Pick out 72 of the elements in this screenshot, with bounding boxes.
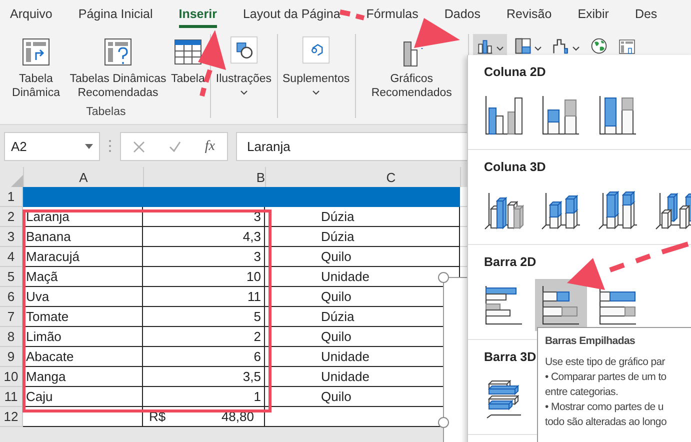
tooltip-title: Barras Empilhadas [545, 335, 636, 347]
ribbon-tab[interactable]: Layout da Página [242, 2, 340, 28]
ribbon-tab[interactable]: Fórmulas [366, 2, 418, 28]
pivot-table-icon [20, 36, 52, 68]
tooltip-text: Use este tipo de gráfico par [545, 355, 666, 370]
row-header[interactable]: 4 [0, 247, 23, 267]
check-icon[interactable] [168, 140, 181, 152]
row-header[interactable]: 3 [0, 227, 23, 247]
table-cell: Maracujá [23, 247, 143, 267]
table-cell: Quilo [265, 247, 460, 267]
caret-icon [312, 90, 320, 95]
ribbon-button[interactable]: Tabela [170, 34, 206, 106]
table-cell: 11 [143, 287, 265, 307]
table-cell: Dúzia [265, 207, 460, 227]
row-header[interactable]: 9 [0, 347, 23, 367]
ribbon-button[interactable]: Gráficos Recomendados [360, 34, 464, 118]
shapes-icon [230, 36, 258, 64]
ribbon-tab[interactable]: Dados [444, 2, 481, 28]
group-label: Tabelas [85, 106, 127, 118]
table-cell: 10 [143, 267, 265, 287]
row-header[interactable]: 12 [0, 407, 23, 427]
recommended-pivot-table-icon [102, 36, 134, 68]
tooltip-text: todo são alteradas ao longo [545, 415, 668, 430]
table-cell: Uva [23, 287, 143, 307]
ribbon-button[interactable]: Suplementos [282, 34, 351, 118]
table-cell: Caju [23, 387, 143, 407]
row-header[interactable]: 10 [0, 367, 23, 387]
ribbon-tab[interactable]: Página Inicial [78, 2, 153, 28]
row-header[interactable]: 11 [0, 387, 23, 407]
tooltip-text: entre categorias. [545, 385, 620, 400]
waterfall-chart-icon [552, 37, 570, 55]
row-header[interactable]: 2 [0, 207, 23, 227]
table-cell: 3,5 [143, 367, 265, 387]
ribbon-button[interactable]: Tabela Dinâmica [6, 34, 66, 106]
tooltip-text: • Mostrar como partes de u [545, 400, 664, 415]
table-cell: 5 [143, 307, 265, 327]
ribbon-tab[interactable]: Des [634, 2, 658, 28]
table-cell: Laranja [23, 207, 143, 227]
table-cell: 6 [143, 347, 265, 367]
ribbon-button[interactable]: Tabelas Dinâmicas Recomendadas [66, 34, 170, 106]
row-header[interactable]: 8 [0, 327, 23, 347]
add-ins-icon [302, 36, 330, 64]
table-cell: Manga [23, 367, 143, 387]
caret-icon [572, 46, 580, 50]
table-cell: Dúzia [265, 227, 460, 247]
row-header[interactable]: 5 [0, 267, 23, 287]
row-header[interactable]: 7 [0, 307, 23, 327]
section-title: Coluna 3D [484, 160, 546, 174]
ribbon-tab[interactable]: Revisão [506, 2, 552, 28]
row-header[interactable]: 6 [0, 287, 23, 307]
table-cell: 1 [143, 387, 265, 407]
table-cell: Tomate [23, 307, 143, 327]
table-cell: Limão [23, 327, 143, 347]
section-title: Barra 2D [484, 255, 536, 269]
table-cell: Maçã [23, 267, 143, 287]
ribbon-tab[interactable]: Arquivo [10, 2, 52, 28]
name-box[interactable]: A2 [4, 132, 100, 161]
caret-icon [534, 46, 542, 50]
insert-function-button[interactable]: fx [204, 138, 215, 154]
table-cell: 3 [143, 247, 265, 267]
table-cell: 4,3 [143, 227, 265, 247]
caret-icon [496, 46, 504, 50]
table-cell: Banana [23, 227, 143, 247]
section-title: Barra 3D [484, 350, 536, 364]
table-cell: 2 [143, 327, 265, 347]
ribbon-tab[interactable]: Exibir [578, 2, 609, 28]
section-title: Coluna 2D [484, 65, 546, 79]
tooltip-text: • Comparar partes de um to [545, 370, 668, 385]
caret-icon [240, 90, 248, 95]
row-header[interactable]: 1 [0, 187, 23, 207]
dropdown-arrow-icon [85, 144, 93, 149]
table-cell: Abacate [23, 347, 143, 367]
